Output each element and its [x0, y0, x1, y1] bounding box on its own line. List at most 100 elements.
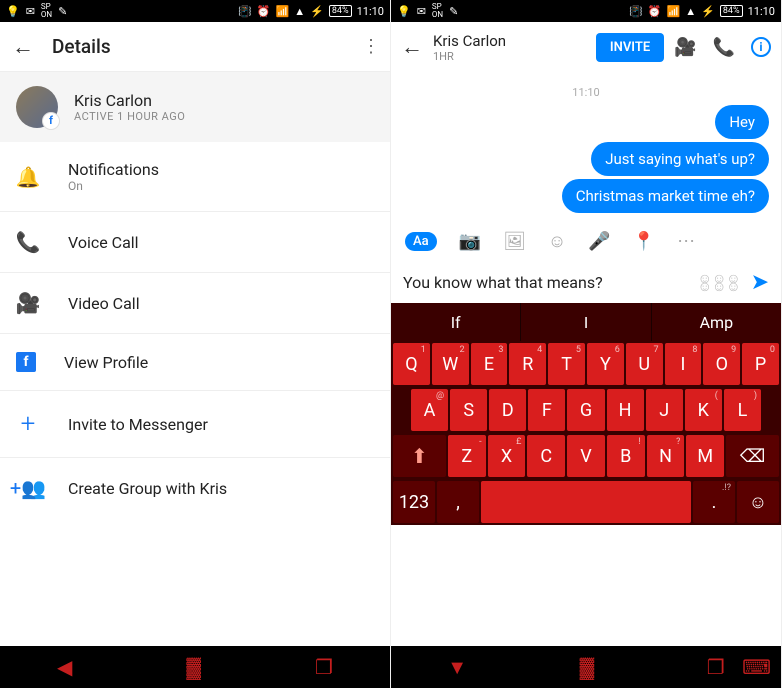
mic-icon[interactable]: 🎤 [588, 231, 610, 252]
key-B[interactable]: B! [607, 435, 645, 477]
key-K[interactable]: K( [685, 389, 722, 431]
key-Z[interactable]: Z- [448, 435, 486, 477]
suggestion[interactable]: I [521, 303, 651, 341]
group-add-icon: +👥 [16, 476, 40, 500]
facebook-icon: f [16, 352, 36, 372]
menu-create-group[interactable]: +👥 Create Group with Kris [0, 458, 390, 518]
suggestion[interactable]: Amp [652, 303, 781, 341]
key-L[interactable]: L) [724, 389, 761, 431]
key-W[interactable]: W2 [432, 343, 469, 385]
suggestion[interactable]: If [391, 303, 521, 341]
key-S[interactable]: S [450, 389, 487, 431]
key-V[interactable]: V [567, 435, 605, 477]
gallery-icon[interactable]: 🖼 [503, 231, 526, 252]
camera-icon: 🎥 [16, 291, 40, 315]
key-X[interactable]: X£ [488, 435, 526, 477]
key-A[interactable]: A@ [411, 389, 448, 431]
profile-row[interactable]: Kris Carlon ACTIVE 1 HOUR AGO [0, 72, 390, 142]
info-icon[interactable]: i [751, 37, 771, 57]
keyboard-toggle-icon[interactable]: ⌨ [742, 655, 771, 679]
message-input[interactable] [403, 273, 688, 292]
emoji-key[interactable]: ☺ [737, 481, 779, 523]
mail-icon: ✉ [417, 5, 426, 18]
key-Q[interactable]: Q1 [393, 343, 430, 385]
vibrate-icon: 📳 [629, 5, 643, 18]
location-icon[interactable]: 📍 [633, 231, 655, 252]
send-icon[interactable]: ➤ [751, 270, 769, 295]
clock-text: 11:10 [357, 5, 384, 18]
shift-key[interactable]: ⬆ [393, 435, 446, 477]
overflow-menu-icon[interactable]: ⋮ [362, 36, 378, 57]
profile-name: Kris Carlon [74, 91, 185, 110]
video-call-icon[interactable]: 🎥 [674, 37, 696, 58]
camera-icon[interactable]: 📷 [459, 231, 481, 252]
invite-button[interactable]: INVITE [596, 33, 664, 62]
chat-body: 11:10 Hey Just saying what's up? Christm… [391, 72, 781, 221]
more-icon[interactable]: ⋯ [677, 231, 695, 252]
mail-icon: ✉ [26, 5, 35, 18]
menu-voice-call[interactable]: 📞 Voice Call [0, 212, 390, 273]
nav-home-icon[interactable]: ▓ [186, 655, 201, 680]
signal-icon: ▲ [294, 5, 305, 18]
key-.[interactable]: ..!? [693, 481, 735, 523]
nav-back-icon[interactable]: ◀ [57, 655, 72, 679]
key-Y[interactable]: Y6 [587, 343, 624, 385]
status-bar: 💡 ✉ SPON ✎ 📳 ⏰ 📶 ▲ ⚡ 84% 11:10 [391, 0, 781, 22]
menu-video-call[interactable]: 🎥 Video Call [0, 273, 390, 334]
battery-badge: 84% [329, 5, 352, 17]
alarm-icon: ⏰ [257, 5, 271, 18]
menu-label: Video Call [68, 294, 140, 313]
edit-icon: ✎ [58, 5, 67, 18]
menu-list: 🔔 Notifications On 📞 Voice Call 🎥 Video … [0, 142, 390, 518]
key-F[interactable]: F [528, 389, 565, 431]
menu-label: Voice Call [68, 233, 139, 252]
chat-header: ← Kris Carlon 1HR INVITE 🎥 📞 i [391, 22, 781, 72]
key-M[interactable]: M [686, 435, 724, 477]
signal-icon: ▲ [685, 5, 696, 18]
key-C[interactable]: C [527, 435, 565, 477]
key-P[interactable]: P0 [742, 343, 779, 385]
key-D[interactable]: D [489, 389, 526, 431]
message-bubble[interactable]: Just saying what's up? [591, 142, 769, 176]
text-mode-icon[interactable]: Aa [405, 232, 437, 251]
key-I[interactable]: I8 [665, 343, 702, 385]
space-key[interactable] [481, 481, 691, 523]
nav-back-icon[interactable]: ▼ [447, 655, 467, 680]
nav-home-icon[interactable]: ▓ [580, 655, 595, 680]
chat-name: Kris Carlon [433, 32, 586, 50]
key-U[interactable]: U7 [626, 343, 663, 385]
message-bubble[interactable]: Hey [715, 105, 769, 139]
status-bar: 💡 ✉ SPON ✎ 📳 ⏰ 📶 ▲ ⚡ 84% 11:10 [0, 0, 390, 22]
key-,[interactable]: , [437, 481, 479, 523]
compose-toolbar: Aa 📷 🖼 ☺ 🎤 📍 ⋯ [391, 221, 781, 262]
key-O[interactable]: O9 [703, 343, 740, 385]
key-J[interactable]: J [646, 389, 683, 431]
key-123[interactable]: 123 [393, 481, 435, 523]
nav-recent-icon[interactable]: ❐ [707, 655, 725, 679]
emoji-grid-icon[interactable]: ☺☺☺☺☺☺ [698, 275, 741, 291]
alarm-icon: ⏰ [648, 5, 662, 18]
back-icon[interactable]: ← [12, 34, 34, 60]
backspace-key[interactable]: ⌫ [726, 435, 779, 477]
key-T[interactable]: T5 [548, 343, 585, 385]
message-bubble[interactable]: Christmas market time eh? [562, 179, 769, 213]
nav-recent-icon[interactable]: ❐ [315, 655, 333, 679]
charge-icon: ⚡ [701, 5, 715, 18]
menu-notifications[interactable]: 🔔 Notifications On [0, 142, 390, 212]
sp-icon: SPON [41, 3, 52, 19]
key-N[interactable]: N? [647, 435, 685, 477]
details-screen: 💡 ✉ SPON ✎ 📳 ⏰ 📶 ▲ ⚡ 84% 11:10 ← Details… [0, 0, 391, 688]
voice-call-icon[interactable]: 📞 [713, 37, 735, 58]
back-icon[interactable]: ← [401, 34, 423, 60]
bulb-icon: 💡 [397, 5, 411, 18]
menu-invite[interactable]: + Invite to Messenger [0, 391, 390, 458]
key-G[interactable]: G [567, 389, 604, 431]
key-R[interactable]: R4 [509, 343, 546, 385]
key-H[interactable]: H [607, 389, 644, 431]
menu-view-profile[interactable]: f View Profile [0, 334, 390, 391]
charge-icon: ⚡ [310, 5, 324, 18]
suggestion-row: If I Amp [391, 303, 781, 341]
key-E[interactable]: E3 [471, 343, 508, 385]
emoji-icon[interactable]: ☺ [548, 231, 566, 252]
vibrate-icon: 📳 [238, 5, 252, 18]
